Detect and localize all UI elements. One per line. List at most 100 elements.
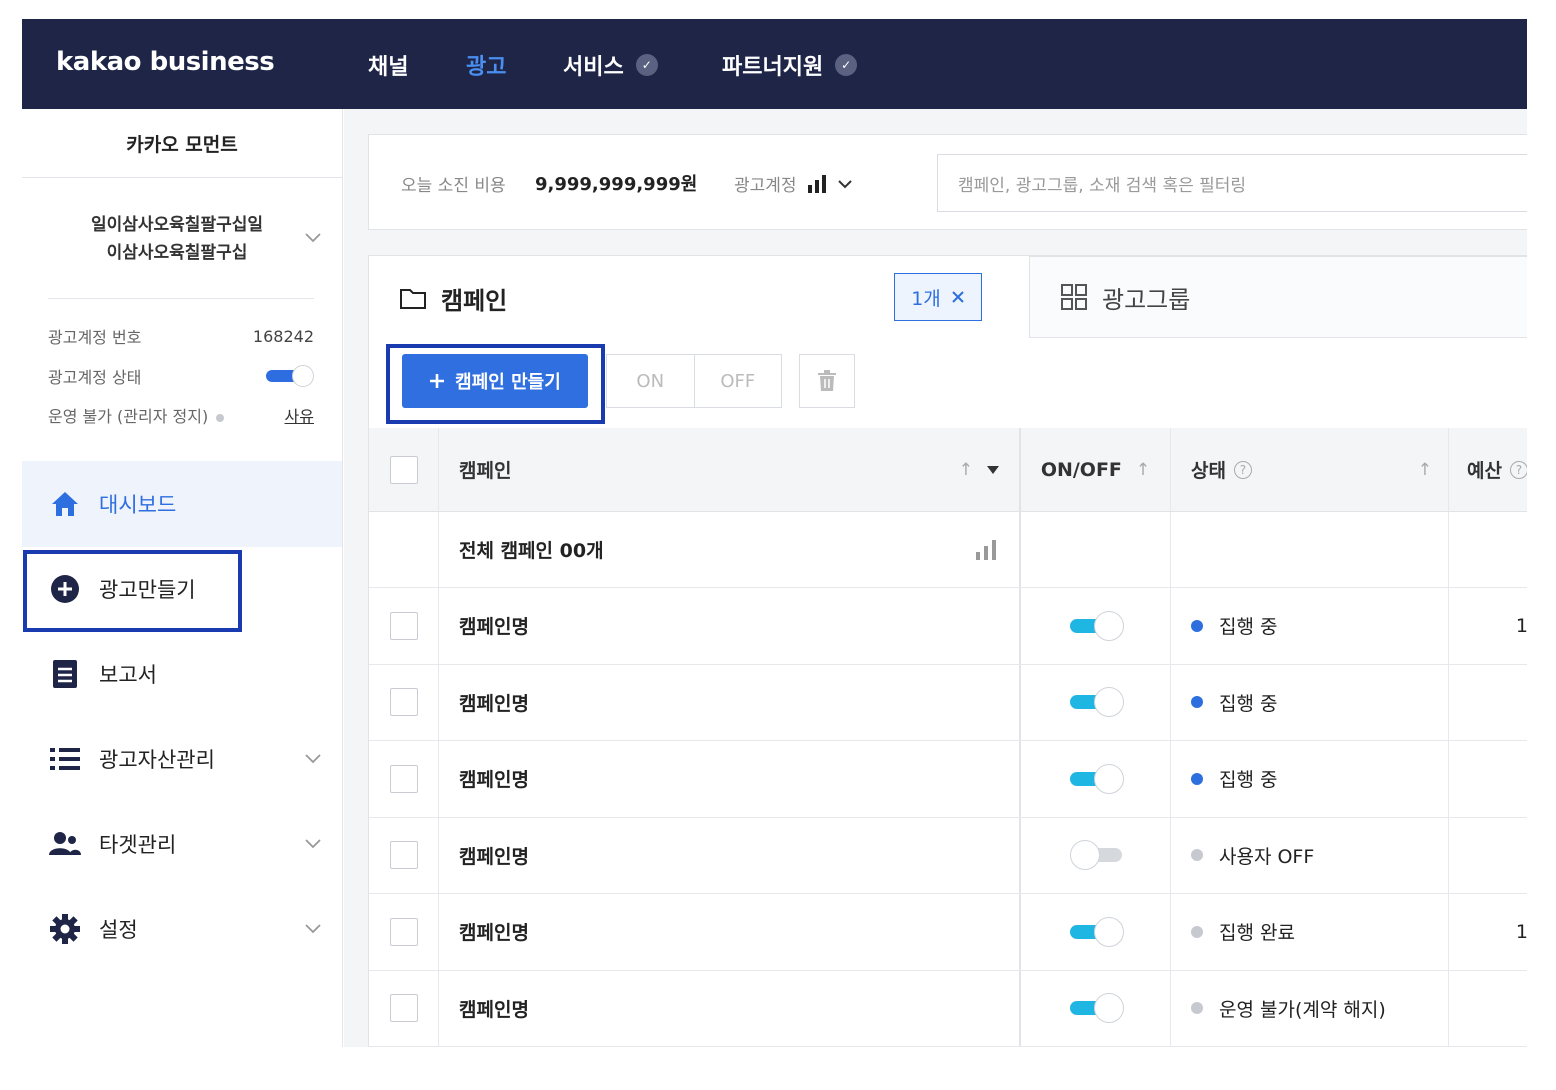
search-input[interactable]: 캠페인, 광고그룹, 소재 검색 혹은 필터링 bbox=[937, 154, 1527, 212]
row-checkbox[interactable] bbox=[389, 841, 418, 870]
campaign-name-cell[interactable]: 캠페인명 bbox=[439, 588, 1021, 664]
chevron-down-icon bbox=[304, 835, 322, 854]
onoff-toggle[interactable] bbox=[1069, 763, 1124, 794]
table-row[interactable]: 캠페인명 집행 중 bbox=[369, 741, 1527, 818]
status-text: 사용자 OFF bbox=[1219, 845, 1315, 868]
row-checkbox[interactable] bbox=[389, 764, 418, 793]
app-frame: kakao business 채널 광고 서비스 ✓ 파트너지원 ✓ 카카오 모… bbox=[22, 19, 1527, 1047]
close-icon[interactable] bbox=[951, 290, 965, 304]
campaign-name-cell[interactable]: 캠페인명 bbox=[439, 894, 1021, 970]
onoff-button-group: ON OFF bbox=[606, 354, 782, 408]
onoff-toggle[interactable] bbox=[1069, 610, 1124, 641]
delete-button[interactable] bbox=[799, 354, 855, 408]
bar-chart-icon[interactable] bbox=[975, 539, 997, 560]
row-checkbox[interactable] bbox=[389, 611, 418, 640]
campaign-name: 캠페인명 bbox=[459, 769, 529, 792]
nav-ads[interactable]: 광고 bbox=[466, 49, 506, 81]
menu-dashboard[interactable]: 대시보드 bbox=[22, 461, 342, 547]
operation-status: 운영 불가 (관리자 정지) bbox=[48, 403, 225, 427]
off-button[interactable]: OFF bbox=[693, 355, 782, 407]
menu-label: 타겟관리 bbox=[99, 833, 177, 857]
create-campaign-button[interactable]: 캠페인 만들기 bbox=[402, 354, 588, 408]
plus-icon bbox=[430, 374, 445, 388]
status-dot bbox=[216, 413, 225, 422]
sort-arrow-icon[interactable]: ↑ bbox=[1418, 460, 1432, 480]
budget-value: 1, bbox=[1515, 614, 1527, 637]
status-text: 집행 중 bbox=[1219, 692, 1278, 715]
table-row[interactable]: 캠페인명 집행 중 bbox=[369, 664, 1527, 741]
nav-label: 광고 bbox=[466, 55, 507, 80]
users-icon bbox=[49, 828, 81, 860]
onoff-toggle[interactable] bbox=[1069, 993, 1124, 1024]
trash-icon bbox=[818, 370, 836, 391]
reason-link[interactable]: 사유 bbox=[285, 403, 314, 427]
header-label: 캠페인 bbox=[459, 460, 512, 482]
campaign-name-cell[interactable]: 캠페인명 bbox=[439, 664, 1021, 740]
status-dot bbox=[1191, 619, 1203, 632]
chevron-down-icon: ✓ bbox=[835, 54, 858, 76]
row-checkbox[interactable] bbox=[389, 917, 418, 946]
list-icon bbox=[49, 743, 81, 775]
header-onoff[interactable]: ON/OFF ↑ bbox=[1021, 428, 1171, 511]
onoff-toggle[interactable] bbox=[1069, 840, 1122, 871]
onoff-toggle[interactable] bbox=[1069, 916, 1124, 947]
menu-report[interactable]: 보고서 bbox=[22, 631, 342, 717]
table-row[interactable]: 캠페인명 운영 불가(계약 해지) bbox=[369, 970, 1527, 1047]
tab-adgroup[interactable]: 광고그룹 bbox=[1029, 256, 1527, 338]
row-checkbox[interactable] bbox=[389, 688, 418, 717]
summary-status-cell bbox=[1171, 512, 1449, 587]
selected-count-chip[interactable]: 1개 bbox=[894, 273, 982, 321]
header-budget[interactable]: 예산 ? bbox=[1449, 428, 1527, 511]
search-placeholder: 캠페인, 광고그룹, 소재 검색 혹은 필터링 bbox=[958, 175, 1247, 196]
menu-asset-management[interactable]: 광고자산관리 bbox=[22, 716, 342, 802]
campaign-name-cell[interactable]: 캠페인명 bbox=[439, 970, 1021, 1046]
row-checkbox[interactable] bbox=[389, 994, 418, 1023]
menu-settings[interactable]: 설정 bbox=[22, 886, 342, 972]
sidebar: 카카오 모먼트 일이삼사오육칠팔구십일 이삼사오육칠팔구십 광고계정 번호 16… bbox=[22, 109, 343, 1047]
account-status-row: 광고계정 상태 bbox=[48, 364, 314, 388]
plus-circle-icon bbox=[49, 573, 81, 605]
campaign-name-cell[interactable]: 캠페인명 bbox=[439, 817, 1021, 893]
menu-create-ad[interactable]: 광고만들기 bbox=[22, 546, 342, 632]
select-all-checkbox[interactable] bbox=[389, 455, 418, 484]
tab-campaign[interactable]: 캠페인 bbox=[399, 281, 507, 316]
header-campaign[interactable]: 캠페인 ↑ bbox=[439, 428, 1021, 511]
table-row[interactable]: 캠페인명 집행 완료 1, bbox=[369, 894, 1527, 971]
on-button[interactable]: ON bbox=[607, 355, 694, 407]
table-row[interactable]: 캠페인명 사용자 OFF bbox=[369, 817, 1527, 894]
status-dot bbox=[1191, 772, 1203, 785]
checkbox-cell bbox=[369, 970, 439, 1046]
campaign-name: 캠페인명 bbox=[459, 998, 529, 1021]
account-filter[interactable]: 광고계정 bbox=[734, 171, 853, 196]
chevron-down-icon[interactable] bbox=[304, 229, 322, 248]
status-cell: 집행 중 bbox=[1171, 588, 1449, 664]
onoff-toggle[interactable] bbox=[1069, 687, 1124, 718]
header-status[interactable]: 상태 ? ↑ bbox=[1171, 428, 1449, 511]
sort-arrow-icon[interactable]: ↑ bbox=[959, 460, 973, 480]
status-text: 운영 불가(계약 해지) bbox=[1219, 998, 1386, 1021]
summary-cell: 전체 캠페인 00개 bbox=[439, 512, 1021, 587]
nav-partner-support[interactable]: 파트너지원 ✓ bbox=[722, 49, 858, 81]
status-text: 집행 완료 bbox=[1219, 922, 1295, 945]
chevron-down-icon bbox=[304, 750, 322, 769]
brand-logo[interactable]: kakao business bbox=[56, 47, 275, 77]
campaign-name-cell[interactable]: 캠페인명 bbox=[439, 741, 1021, 817]
account-selector[interactable]: 일이삼사오육칠팔구십일 이삼사오육칠팔구십 bbox=[52, 211, 302, 267]
spend-label: 오늘 소진 비용 bbox=[401, 176, 506, 196]
help-icon[interactable]: ? bbox=[1233, 460, 1252, 479]
nav-label: 파트너지원 bbox=[722, 55, 824, 80]
top-nav: kakao business 채널 광고 서비스 ✓ 파트너지원 ✓ bbox=[22, 19, 1527, 109]
sort-arrow-icon[interactable]: ↑ bbox=[1136, 460, 1150, 480]
table-row[interactable]: 캠페인명 집행 중 1, bbox=[369, 588, 1527, 665]
campaign-name: 캠페인명 bbox=[459, 922, 529, 945]
campaign-name: 캠페인명 bbox=[459, 845, 529, 868]
onoff-cell bbox=[1021, 741, 1171, 817]
account-number-row: 광고계정 번호 168242 bbox=[48, 324, 314, 348]
menu-label: 광고만들기 bbox=[99, 578, 196, 602]
account-status-toggle[interactable] bbox=[266, 365, 314, 387]
caret-down-icon[interactable] bbox=[987, 465, 999, 474]
help-icon[interactable]: ? bbox=[1509, 460, 1527, 479]
menu-target-management[interactable]: 타겟관리 bbox=[22, 801, 342, 887]
nav-channel[interactable]: 채널 bbox=[368, 49, 408, 81]
nav-services[interactable]: 서비스 ✓ bbox=[563, 49, 658, 81]
